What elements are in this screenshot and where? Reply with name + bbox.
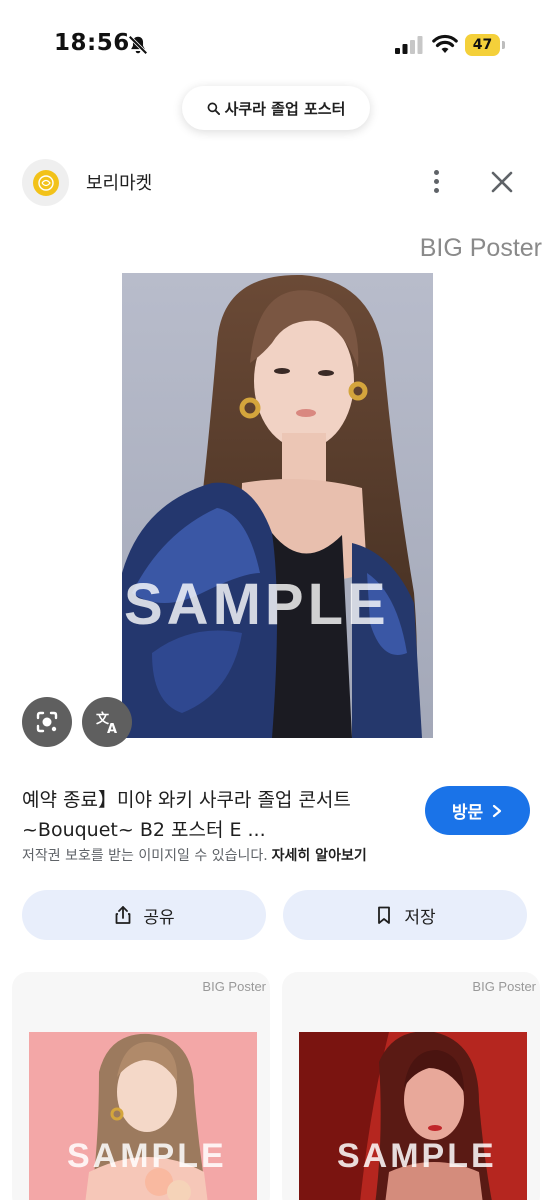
copyright-text: 저작권 보호를 받는 이미지일 수 있습니다. <box>22 848 268 864</box>
main-result-image[interactable]: SAMPLE <box>122 273 433 738</box>
visit-button[interactable]: 방문 <box>425 786 530 835</box>
related-thumbnail: SAMPLE <box>29 1032 257 1200</box>
source-avatar[interactable] <box>22 159 69 206</box>
image-watermark: SAMPLE <box>124 572 390 637</box>
lens-icon <box>36 711 58 733</box>
source-name[interactable]: 보리마켓 <box>86 169 152 195</box>
related-result-card[interactable]: BIG Poster SAMPLE <box>12 972 270 1200</box>
copyright-notice: 저작권 보호를 받는 이미지일 수 있습니다. 자세히 알아보기 <box>22 845 367 865</box>
search-query: 사쿠라 졸업 포스터 <box>224 99 346 118</box>
share-button[interactable]: 공유 <box>22 890 266 940</box>
translate-icon: 文 A <box>96 711 117 736</box>
source-logo-icon <box>32 169 59 196</box>
related-brand-label: BIG Poster <box>472 979 536 994</box>
close-icon[interactable] <box>488 168 516 196</box>
share-label: 공유 <box>143 907 175 928</box>
battery-cap <box>502 41 505 49</box>
battery-icon: 47 <box>465 34 505 56</box>
chevron-right-icon <box>493 804 502 817</box>
result-title[interactable]: 예약 종료】미야 와키 사쿠라 졸업 콘서트 ~Bouquet~ B2 포스터 … <box>22 785 402 845</box>
learn-more-link[interactable]: 자세히 알아보기 <box>272 848 367 864</box>
search-chip[interactable]: 사쿠라 졸업 포스터 <box>182 86 370 130</box>
poster-photo <box>122 273 433 738</box>
visit-label: 방문 <box>451 803 484 823</box>
save-label: 저장 <box>404 907 436 928</box>
status-time: 18:56 <box>54 30 130 56</box>
image-brand-label: BIG Poster <box>419 234 542 262</box>
lens-search-button[interactable] <box>22 697 72 747</box>
bookmark-icon <box>378 906 391 924</box>
wifi-icon <box>432 34 458 53</box>
related-watermark: SAMPLE <box>337 1137 497 1175</box>
share-icon <box>115 906 131 924</box>
related-watermark: SAMPLE <box>67 1137 227 1175</box>
status-bar: 18:56 47 <box>0 0 552 90</box>
svg-text:A: A <box>107 722 117 736</box>
related-brand-label: BIG Poster <box>202 979 266 994</box>
bell-off-icon <box>128 35 148 55</box>
battery-level: 47 <box>465 34 500 56</box>
translate-button[interactable]: 文 A <box>82 697 132 747</box>
more-options-icon[interactable] <box>424 166 448 196</box>
related-thumbnail: SAMPLE <box>299 1032 527 1200</box>
save-button[interactable]: 저장 <box>283 890 527 940</box>
cellular-signal-icon <box>395 36 423 54</box>
search-icon <box>207 102 220 115</box>
related-result-card[interactable]: BIG Poster SAMPLE <box>282 972 540 1200</box>
